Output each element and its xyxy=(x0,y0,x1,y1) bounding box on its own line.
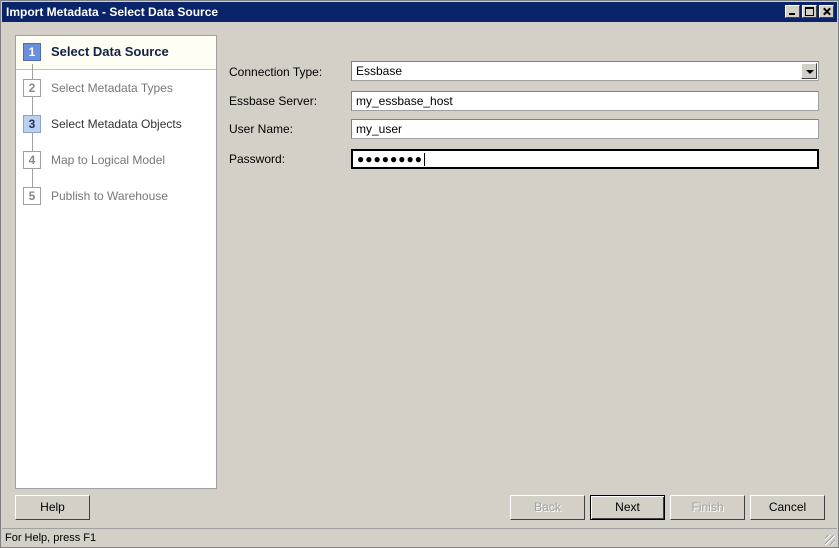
connection-type-select[interactable]: Essbase xyxy=(351,61,819,81)
step-number: 4 xyxy=(23,151,41,169)
close-icon[interactable] xyxy=(819,5,834,18)
back-button[interactable]: Back xyxy=(510,495,585,520)
password-value: ●●●●●●●● xyxy=(357,152,423,166)
step-map-to-logical-model: 4 Map to Logical Model xyxy=(16,148,216,172)
title-bar[interactable]: Import Metadata - Select Data Source xyxy=(2,2,837,22)
cancel-button[interactable]: Cancel xyxy=(750,495,825,520)
essbase-server-input[interactable]: my_essbase_host xyxy=(351,91,819,111)
connection-type-label: Connection Type: xyxy=(229,65,323,79)
text-caret xyxy=(423,153,425,167)
step-select-metadata-types: 2 Select Metadata Types xyxy=(16,76,216,100)
maximize-icon[interactable] xyxy=(802,5,817,18)
chevron-down-icon[interactable] xyxy=(801,63,817,79)
step-publish-to-warehouse: 5 Publish to Warehouse xyxy=(16,184,216,208)
step-number: 2 xyxy=(23,79,41,97)
step-select-data-source: 1 Select Data Source xyxy=(16,40,216,64)
resize-grip-icon[interactable] xyxy=(825,535,835,545)
finish-button[interactable]: Finish xyxy=(670,495,745,520)
step-label: Publish to Warehouse xyxy=(51,189,168,203)
user-name-label: User Name: xyxy=(229,122,294,136)
window-title: Import Metadata - Select Data Source xyxy=(6,5,219,19)
minimize-icon[interactable] xyxy=(785,5,800,18)
step-number: 1 xyxy=(23,43,41,61)
user-name-input[interactable]: my_user xyxy=(351,119,819,139)
status-bar: For Help, press F1 xyxy=(2,528,837,547)
step-number: 5 xyxy=(23,187,41,205)
password-label: Password: xyxy=(229,152,286,166)
step-label: Select Metadata Objects xyxy=(51,117,182,131)
import-metadata-dialog: Import Metadata - Select Data Source 1 S… xyxy=(0,0,839,548)
connection-type-value: Essbase xyxy=(356,64,403,78)
step-label: Select Metadata Types xyxy=(51,81,173,95)
step-label: Select Data Source xyxy=(51,44,169,59)
step-select-metadata-objects: 3 Select Metadata Objects xyxy=(16,112,216,136)
step-label: Map to Logical Model xyxy=(51,153,166,167)
status-text: For Help, press F1 xyxy=(5,532,97,544)
password-input[interactable]: ●●●●●●●● xyxy=(351,149,819,169)
help-button[interactable]: Help xyxy=(15,495,90,520)
step-number: 3 xyxy=(23,115,41,133)
next-button[interactable]: Next xyxy=(590,495,665,520)
wizard-steps-panel: 1 Select Data Source 2 Select Metadata T… xyxy=(15,35,217,489)
essbase-server-label: Essbase Server: xyxy=(229,94,318,108)
